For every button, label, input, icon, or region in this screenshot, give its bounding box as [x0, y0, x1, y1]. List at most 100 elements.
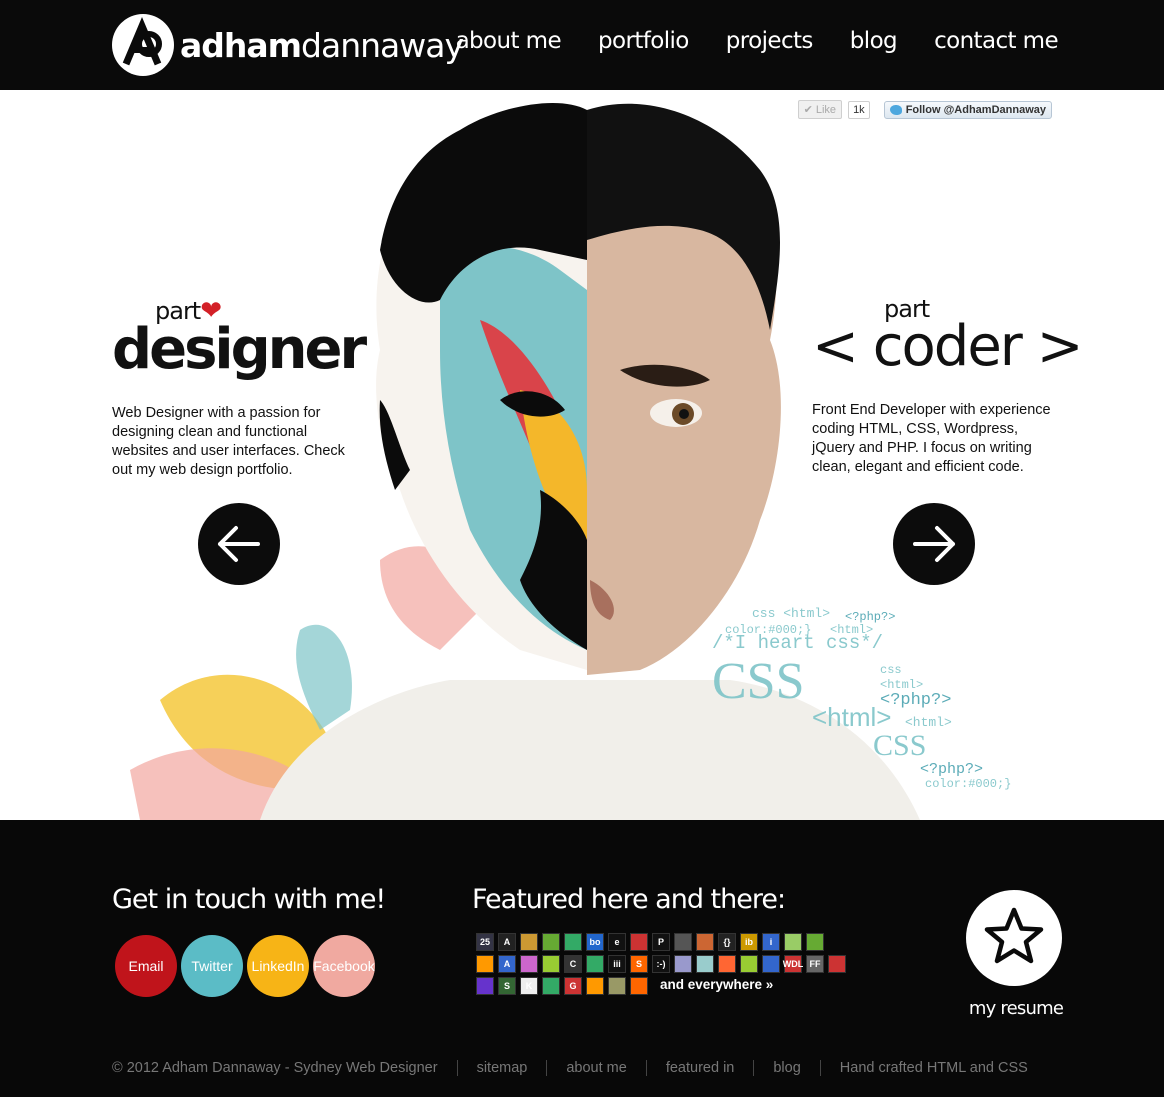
- arrow-left-icon: [218, 526, 260, 562]
- featured-site-icon[interactable]: [740, 955, 758, 973]
- coder-title: < coder >: [812, 314, 1084, 379]
- social-widgets: ✔ Like 1k Follow @AdhamDannaway: [797, 100, 1052, 119]
- featured-site-icon[interactable]: [784, 933, 802, 951]
- linkedin-button[interactable]: LinkedIn: [247, 935, 309, 997]
- featured-icon-row: 25 Abo e P {} ib i: [476, 933, 896, 951]
- featured-site-icon[interactable]: [806, 933, 824, 951]
- nav-contact-me[interactable]: contact me: [934, 28, 1059, 54]
- star-icon: [984, 907, 1044, 964]
- featured-site-icon[interactable]: ib: [740, 933, 758, 951]
- featured-site-icon[interactable]: [542, 955, 560, 973]
- featured-site-icon[interactable]: [542, 977, 560, 995]
- logo-light: dannaway: [301, 25, 464, 65]
- designer-block: part❤ designer Web Designer with a passi…: [112, 295, 367, 480]
- featured-site-icon[interactable]: [630, 977, 648, 995]
- hero-section: css <html> <?php?> color:#000;} <html> /…: [0, 90, 1164, 820]
- site-header: adhamdannaway about me portfolio project…: [0, 0, 1164, 90]
- featured-site-icon[interactable]: G: [564, 977, 582, 995]
- twitter-follow-button[interactable]: Follow @AdhamDannaway: [883, 100, 1052, 119]
- copyright-text: © 2012 Adham Dannaway - Sydney Web Desig…: [112, 1060, 438, 1076]
- follow-label: Follow @AdhamDannaway: [905, 103, 1046, 116]
- footer-tagline: Hand crafted HTML and CSS: [839, 1060, 1028, 1076]
- contact-heading: Get in touch with me!: [112, 884, 386, 915]
- divider: [753, 1060, 755, 1076]
- code-word: /*I heart css*/: [712, 632, 883, 654]
- featured-site-icon[interactable]: [564, 933, 582, 951]
- footer-link-about-me[interactable]: about me: [566, 1060, 626, 1076]
- like-label: Like: [815, 104, 837, 116]
- featured-site-icon[interactable]: WDL: [783, 955, 803, 973]
- featured-site-icon[interactable]: P: [652, 933, 670, 951]
- left-arrow-button[interactable]: [198, 503, 280, 585]
- featured-site-icon[interactable]: [696, 955, 714, 973]
- featured-site-icon[interactable]: bo: [586, 933, 604, 951]
- nav-portfolio[interactable]: portfolio: [598, 28, 689, 54]
- featured-site-icon[interactable]: [520, 955, 538, 973]
- featured-heading: Featured here and there:: [472, 884, 786, 915]
- featured-site-icon[interactable]: S: [630, 955, 648, 973]
- featured-site-icon[interactable]: S: [498, 977, 516, 995]
- logo-mark-icon: [112, 14, 174, 76]
- divider: [819, 1060, 821, 1076]
- email-button[interactable]: Email: [115, 935, 177, 997]
- featured-site-icon[interactable]: C: [564, 955, 582, 973]
- featured-site-icon[interactable]: [630, 933, 648, 951]
- arrow-right-icon: [913, 526, 955, 562]
- footer-links: © 2012 Adham Dannaway - Sydney Web Desig…: [112, 1060, 1028, 1076]
- coder-block: part < coder > Front End Developer with …: [812, 295, 1084, 477]
- featured-icons-grid: 25 Abo e P{} ib i A Ciii S:-) WDL FF S K Gand everywh…: [476, 933, 896, 999]
- code-word: CSS: [712, 653, 805, 710]
- resume-label[interactable]: my resume: [966, 998, 1066, 1019]
- nav-about-me[interactable]: about me: [456, 28, 562, 54]
- featured-icon-row: A Ciii S:-) WDL FF: [476, 955, 896, 973]
- featured-site-icon[interactable]: [762, 955, 780, 973]
- main-nav: about me portfolio projects blog contact…: [456, 28, 1059, 54]
- featured-site-icon[interactable]: [718, 955, 736, 973]
- featured-site-icon[interactable]: [674, 955, 692, 973]
- featured-site-icon[interactable]: e: [608, 933, 626, 951]
- code-word: <html>: [812, 702, 892, 732]
- footer-link-sitemap[interactable]: sitemap: [477, 1060, 528, 1076]
- code-word: css <html>: [752, 606, 830, 621]
- featured-site-icon[interactable]: A: [498, 933, 516, 951]
- resume-button[interactable]: [966, 890, 1062, 986]
- featured-site-icon[interactable]: iii: [608, 955, 626, 973]
- featured-site-icon[interactable]: {}: [718, 933, 736, 951]
- featured-site-icon[interactable]: FF: [806, 955, 824, 973]
- nav-blog[interactable]: blog: [850, 28, 898, 54]
- divider: [645, 1060, 647, 1076]
- featured-icon-row: S K Gand everywhere »: [476, 977, 896, 995]
- footer-link-featured-in[interactable]: featured in: [666, 1060, 735, 1076]
- featured-site-icon[interactable]: [542, 933, 560, 951]
- featured-site-icon[interactable]: [828, 955, 846, 973]
- featured-site-icon[interactable]: [520, 933, 538, 951]
- right-arrow-button[interactable]: [893, 503, 975, 585]
- like-count: 1k: [848, 100, 870, 119]
- nav-projects[interactable]: projects: [726, 28, 814, 54]
- featured-site-icon[interactable]: [586, 955, 604, 973]
- divider: [456, 1060, 458, 1076]
- twitter-button[interactable]: Twitter: [181, 935, 243, 997]
- featured-site-icon[interactable]: i: [762, 933, 780, 951]
- featured-site-icon[interactable]: [476, 955, 494, 973]
- featured-site-icon[interactable]: K: [520, 977, 538, 995]
- facebook-like-button[interactable]: ✔ Like: [797, 100, 843, 119]
- and-everywhere-link[interactable]: and everywhere »: [660, 977, 773, 995]
- code-word: <html>: [880, 678, 923, 692]
- featured-site-icon[interactable]: 25: [476, 933, 494, 951]
- featured-site-icon[interactable]: [586, 977, 604, 995]
- featured-site-icon[interactable]: [674, 933, 692, 951]
- featured-site-icon[interactable]: [608, 977, 626, 995]
- designer-description: Web Designer with a passion for designin…: [112, 405, 345, 478]
- footer-link-blog[interactable]: blog: [773, 1060, 800, 1076]
- featured-site-icon[interactable]: A: [498, 955, 516, 973]
- logo[interactable]: adhamdannaway: [112, 14, 464, 76]
- contact-buttons: Email Twitter LinkedIn Facebook: [115, 935, 375, 997]
- facebook-button[interactable]: Facebook: [313, 935, 375, 997]
- code-word: css: [880, 663, 902, 677]
- designer-title: designer: [112, 317, 367, 382]
- logo-bold: adham: [180, 25, 302, 65]
- featured-site-icon[interactable]: [696, 933, 714, 951]
- featured-site-icon[interactable]: :-): [652, 955, 670, 973]
- featured-site-icon[interactable]: [476, 977, 494, 995]
